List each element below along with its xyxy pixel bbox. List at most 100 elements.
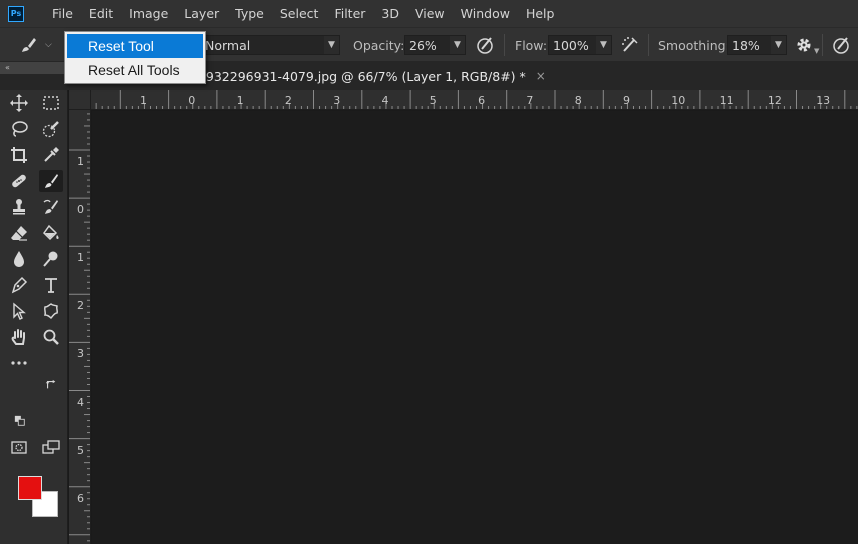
type-icon[interactable] — [39, 274, 63, 296]
ruler-label: 4 — [381, 94, 389, 107]
opacity-value[interactable]: 26% — [404, 35, 450, 55]
pressure-opacity-button[interactable] — [476, 28, 496, 62]
default-colors-icon[interactable] — [13, 414, 27, 428]
smoothing-field[interactable]: 18% ▼ — [727, 28, 787, 62]
opacity-field[interactable]: 26% ▼ — [404, 28, 466, 62]
menu-view[interactable]: View — [407, 0, 453, 28]
ruler-label: 3 — [77, 347, 84, 361]
pressure-size-button[interactable] — [832, 28, 852, 62]
flow-value[interactable]: 100% — [548, 35, 596, 55]
screen-mode-icon[interactable] — [39, 436, 63, 458]
menu-layer[interactable]: Layer — [176, 0, 227, 28]
chevron-down-icon[interactable]: ▼ — [596, 35, 612, 55]
ruler-label: 2 — [77, 299, 84, 313]
menu-image[interactable]: Image — [121, 0, 176, 28]
brush-icon[interactable] — [39, 170, 63, 192]
quick-select-icon[interactable] — [39, 118, 63, 140]
tools-panel — [0, 90, 68, 544]
brush-preset-icon — [22, 38, 36, 52]
menu-window[interactable]: Window — [453, 0, 518, 28]
menu-type[interactable]: Type — [227, 0, 272, 28]
ruler-label: 2 — [284, 94, 292, 107]
custom-shape-icon[interactable] — [39, 300, 63, 322]
eraser-icon[interactable] — [7, 222, 31, 244]
marquee-icon[interactable] — [39, 92, 63, 114]
menu-item-reset-all-tools[interactable]: Reset All Tools — [65, 58, 205, 82]
hand-icon[interactable] — [7, 326, 31, 348]
quick-mask-icon[interactable] — [7, 436, 31, 458]
divider — [648, 34, 649, 56]
ruler-label: 12 — [767, 94, 782, 107]
paint-bucket-icon[interactable] — [39, 222, 63, 244]
ruler-label: 5 — [77, 443, 84, 457]
smoothing-options-button[interactable]: ▼ — [795, 28, 819, 62]
menu-3d[interactable]: 3D — [373, 0, 407, 28]
gear-icon — [797, 38, 811, 52]
ruler-origin[interactable] — [69, 90, 91, 110]
ruler-label: 1 — [140, 94, 147, 107]
tool-preset-context-menu: Reset Tool Reset All Tools — [64, 31, 206, 84]
document-canvas[interactable] — [92, 111, 858, 544]
flow-field[interactable]: 100% ▼ — [548, 28, 612, 62]
divider — [822, 34, 823, 56]
clone-stamp-icon[interactable] — [7, 196, 31, 218]
ruler-label: 10 — [671, 94, 686, 107]
ruler-label: 3 — [333, 94, 341, 107]
pen-icon[interactable] — [7, 274, 31, 296]
flow-label: Flow: — [515, 37, 548, 53]
document-tab[interactable]: 60932296931-4079.jpg @ 66/7% (Layer 1, R… — [190, 62, 570, 90]
chevron-down-icon[interactable]: ▼ — [771, 35, 787, 55]
healing-brush-icon[interactable] — [7, 170, 31, 192]
pressure-opacity-icon — [477, 37, 493, 54]
menu-edit[interactable]: Edit — [81, 0, 121, 28]
chevron-down-icon: ▼ — [814, 47, 820, 55]
photoshop-logo-icon: Ps — [8, 5, 24, 22]
vertical-ruler[interactable] — [69, 110, 91, 544]
menu-filter[interactable]: Filter — [326, 0, 373, 28]
document-tab-title: 60932296931-4079.jpg @ 66/7% (Layer 1, R… — [190, 68, 526, 84]
dodge-icon[interactable] — [39, 248, 63, 270]
ruler-label: 1 — [236, 94, 244, 107]
smoothing-value[interactable]: 18% — [727, 35, 771, 55]
airbrush-button[interactable] — [620, 28, 640, 62]
ruler-label: 0 — [188, 94, 196, 107]
foreground-color-swatch[interactable] — [18, 476, 42, 500]
menu-help[interactable]: Help — [518, 0, 563, 28]
ruler-label: 9 — [623, 94, 630, 107]
menu-item-reset-tool[interactable]: Reset Tool — [67, 34, 203, 58]
eyedropper-icon[interactable] — [39, 144, 63, 166]
tool-preset-picker[interactable]: ⌵ — [20, 28, 52, 62]
blend-mode-select[interactable]: Normal ▼ — [200, 28, 340, 62]
menu-select[interactable]: Select — [272, 0, 327, 28]
move-icon[interactable] — [7, 92, 31, 114]
chevron-down-icon[interactable]: ▼ — [450, 35, 466, 55]
chevron-down-icon[interactable]: ⌵ — [45, 40, 52, 50]
ruler-label: 6 — [77, 491, 84, 505]
airbrush-icon — [622, 37, 638, 52]
menu-file[interactable]: File — [44, 0, 81, 28]
more-tools-icon[interactable] — [7, 352, 31, 374]
path-select-icon[interactable] — [7, 300, 31, 322]
menu-bar: Ps File Edit Image Layer Type Select Fil… — [0, 0, 858, 28]
smoothing-label: Smoothing: — [658, 37, 730, 53]
blend-mode-value: Normal — [200, 35, 324, 55]
ruler-label: 7 — [526, 94, 534, 107]
close-icon[interactable]: × — [536, 69, 546, 83]
panel-collapse-button[interactable]: « — [0, 62, 64, 74]
pressure-size-icon — [833, 37, 849, 54]
lasso-icon[interactable] — [7, 118, 31, 140]
ruler-label: 1 — [77, 251, 84, 265]
zoom-icon[interactable] — [39, 326, 63, 348]
history-brush-icon[interactable] — [39, 196, 63, 218]
blur-icon[interactable] — [7, 248, 31, 270]
ruler-label: 4 — [77, 395, 84, 409]
ruler-label: 6 — [478, 94, 486, 107]
swap-colors-icon[interactable] — [44, 378, 58, 392]
opacity-label: Opacity: — [353, 37, 405, 53]
divider — [504, 34, 505, 56]
ruler-label: 0 — [77, 203, 84, 217]
crop-icon[interactable] — [7, 144, 31, 166]
chevron-down-icon: ▼ — [324, 35, 340, 55]
collapse-icon: « — [5, 63, 10, 72]
ruler-label: 11 — [719, 94, 734, 107]
